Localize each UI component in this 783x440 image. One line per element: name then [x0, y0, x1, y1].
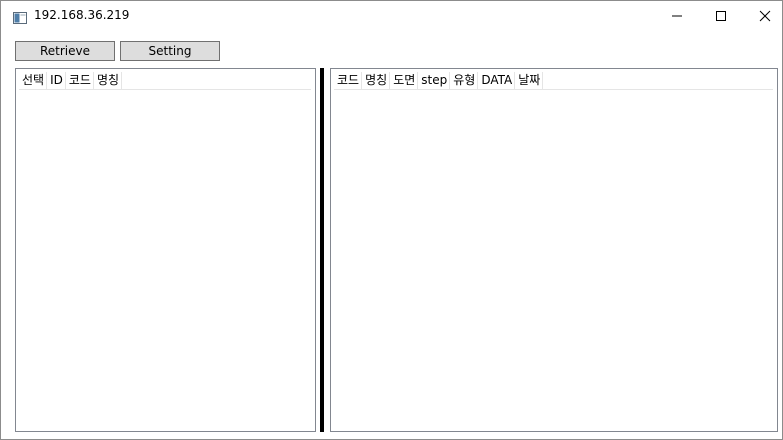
app-window-icon [13, 9, 27, 24]
column-header-name[interactable]: 명칭 [362, 72, 391, 89]
left-list-view[interactable]: 선택 ID 코드 명칭 [15, 68, 316, 432]
column-header-select[interactable]: 선택 [19, 72, 48, 89]
column-header-name[interactable]: 명칭 [94, 72, 123, 89]
setting-button[interactable]: Setting [120, 41, 220, 61]
minimize-icon [672, 15, 682, 17]
column-header-id[interactable]: ID [47, 72, 66, 89]
maximize-icon [716, 11, 726, 21]
column-header-code[interactable]: 코드 [66, 72, 94, 89]
maximize-button[interactable] [698, 1, 744, 31]
retrieve-button[interactable]: Retrieve [15, 41, 115, 61]
title-bar[interactable]: 192.168.36.219 [1, 1, 782, 31]
column-header-filler [122, 72, 311, 89]
column-header-step[interactable]: step [418, 72, 451, 89]
main-window: 192.168.36.219 Retrieve Setting 선택 ID 코드… [0, 0, 783, 440]
panel-splitter[interactable] [320, 68, 324, 432]
close-button[interactable] [742, 1, 783, 31]
column-header-drawing[interactable]: 도면 [390, 72, 419, 89]
column-header-data[interactable]: DATA [478, 72, 516, 89]
column-header-filler [543, 72, 773, 89]
column-header-code[interactable]: 코드 [334, 72, 363, 89]
left-list-header: 선택 ID 코드 명칭 [19, 72, 311, 90]
minimize-button[interactable] [654, 1, 700, 31]
column-header-type[interactable]: 유형 [450, 72, 479, 89]
column-header-date[interactable]: 날짜 [515, 72, 544, 89]
window-title: 192.168.36.219 [34, 8, 130, 22]
close-icon [759, 10, 771, 22]
right-list-view[interactable]: 코드 명칭 도면 step 유형 DATA 날짜 [330, 68, 778, 432]
right-list-header: 코드 명칭 도면 step 유형 DATA 날짜 [334, 72, 773, 90]
